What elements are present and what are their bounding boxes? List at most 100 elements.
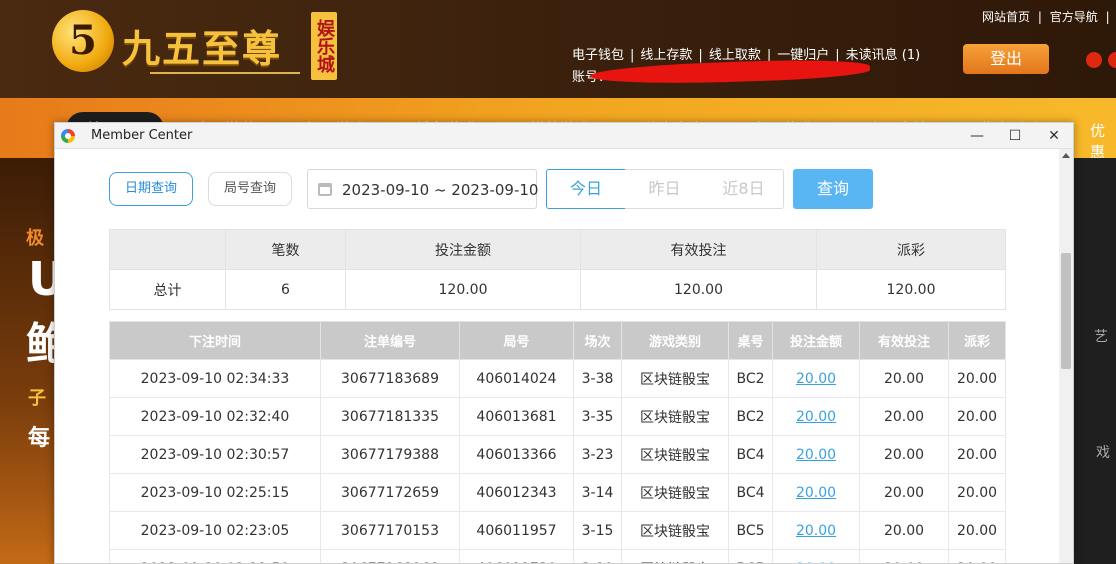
query-button[interactable]: 查询 bbox=[793, 169, 873, 209]
table-cell: BC4 bbox=[728, 435, 773, 474]
table-cell: BC2 bbox=[728, 359, 773, 398]
tab-date-query[interactable]: 日期查询 bbox=[109, 172, 193, 206]
table-cell: 2023-09-10 02:21:50 bbox=[109, 549, 321, 563]
table-cell: 406011957 bbox=[459, 511, 574, 550]
table-cell: 406011730 bbox=[459, 549, 574, 563]
table-cell: 20.00 bbox=[948, 359, 1006, 398]
table-cell: BC5 bbox=[728, 511, 773, 550]
quick-yesterday-button[interactable]: 昨日 bbox=[625, 169, 705, 209]
bet-amount-link[interactable]: 20.00 bbox=[772, 359, 860, 398]
table-cell: 2023-09-10 02:30:57 bbox=[109, 435, 321, 474]
bet-detail-table: 下注时间 注单编号 局号 场次 游戏类别 桌号 投注金额 有效投注 派彩 2023-09-10 … bbox=[109, 321, 1006, 563]
bet-amount-link[interactable]: 20.00 bbox=[772, 397, 860, 436]
table-cell: 30677172659 bbox=[320, 473, 460, 512]
table-cell: BC5 bbox=[728, 549, 773, 563]
table-cell: 406014024 bbox=[459, 359, 574, 398]
top-link-nav[interactable]: 官方导航 bbox=[1050, 10, 1098, 24]
detail-header-cell: 注单编号 bbox=[320, 321, 460, 360]
table-cell: 20.00 bbox=[948, 397, 1006, 436]
table-cell: 3-23 bbox=[573, 435, 622, 474]
table-cell: 2023-09-10 02:32:40 bbox=[109, 397, 321, 436]
table-cell: 406013366 bbox=[459, 435, 574, 474]
member-center-window: Member Center — ☐ ✕ 日期查询 局号查询 2023-09-10… bbox=[54, 122, 1074, 564]
table-cell: 30677181335 bbox=[320, 397, 460, 436]
table-row: 2023-09-10 02:23:05 30677170153 406011957 3… bbox=[109, 511, 1006, 550]
table-cell: 406012343 bbox=[459, 473, 574, 512]
date-range-value: 2023-09-10 ~ 2023-09-10 bbox=[342, 181, 539, 199]
table-cell: 20.00 bbox=[948, 435, 1006, 474]
table-cell: 20.00 bbox=[859, 473, 949, 512]
logo-icon: 5 bbox=[52, 10, 114, 72]
link-deposit[interactable]: 线上存款 bbox=[640, 48, 692, 63]
table-cell: BC2 bbox=[728, 397, 773, 436]
table-cell: 406013681 bbox=[459, 397, 574, 436]
summary-cell: 120.00 bbox=[345, 269, 581, 310]
detail-header-cell: 下注时间 bbox=[109, 321, 321, 360]
detail-header-cell: 游戏类别 bbox=[621, 321, 729, 360]
table-cell: 3-14 bbox=[573, 473, 622, 512]
table-row: 2023-09-10 02:34:33 30677183689 406014024 3… bbox=[109, 359, 1006, 398]
vertical-scrollbar[interactable] bbox=[1059, 149, 1073, 563]
bet-amount-link[interactable]: 20.00 bbox=[772, 473, 860, 512]
summary-header-cell bbox=[109, 229, 226, 270]
scroll-thumb[interactable] bbox=[1061, 253, 1071, 369]
quick-today-button[interactable]: 今日 bbox=[546, 169, 626, 209]
window-content: 日期查询 局号查询 2023-09-10 ~ 2023-09-10 今日 昨日 … bbox=[55, 149, 1059, 563]
summary-total-row: 总计 6 120.00 120.00 120.00 bbox=[109, 269, 1006, 310]
nav-item-promo[interactable]: 优惠 bbox=[1090, 120, 1116, 162]
tab-round-query[interactable]: 局号查询 bbox=[208, 172, 292, 206]
link-messages[interactable]: 未读讯息 (1) bbox=[846, 48, 921, 63]
left-banner-art: 极 U 鲍 子 每 bbox=[0, 158, 54, 564]
calendar-icon bbox=[318, 183, 332, 196]
detail-body: 2023-09-10 02:34:33 30677183689 406014024 3… bbox=[109, 359, 1006, 563]
table-row: 2023-09-10 02:32:40 30677181335 406013681 3… bbox=[109, 397, 1006, 436]
top-link-home[interactable]: 网站首页 bbox=[982, 10, 1030, 24]
table-cell: 3-15 bbox=[573, 511, 622, 550]
detail-header-cell: 有效投注 bbox=[859, 321, 949, 360]
summary-header-cell: 派彩 bbox=[816, 229, 1006, 270]
link-wallet[interactable]: 电子钱包 bbox=[572, 48, 624, 63]
detail-header-cell: 投注金额 bbox=[772, 321, 860, 360]
detail-header-row: 下注时间 注单编号 局号 场次 游戏类别 桌号 投注金额 有效投注 派彩 bbox=[109, 321, 1006, 360]
summary-cell: 120.00 bbox=[580, 269, 817, 310]
table-cell: 30677168968 bbox=[320, 549, 460, 563]
maximize-button[interactable]: ☐ bbox=[996, 123, 1034, 149]
table-row: 2023-09-10 02:25:15 30677172659 406012343 3… bbox=[109, 473, 1006, 512]
bet-amount-link[interactable]: 20.00 bbox=[772, 435, 860, 474]
detail-header-cell: 桌号 bbox=[728, 321, 773, 360]
table-cell: 20.00 bbox=[859, 435, 949, 474]
flag-hk-icon[interactable] bbox=[1086, 52, 1102, 68]
table-cell: 3-10 bbox=[573, 549, 622, 563]
summary-header-row: 笔数 投注金额 有效投注 派彩 bbox=[109, 229, 1006, 270]
table-cell: 20.00 bbox=[948, 511, 1006, 550]
detail-header-cell: 派彩 bbox=[948, 321, 1006, 360]
table-cell: 2023-09-10 02:34:33 bbox=[109, 359, 321, 398]
flag-cn-icon[interactable] bbox=[1108, 52, 1116, 68]
window-titlebar[interactable]: Member Center — ☐ ✕ bbox=[55, 123, 1073, 149]
table-cell: 20.00 bbox=[948, 549, 1006, 563]
table-cell: 20.00 bbox=[859, 397, 949, 436]
summary-table: 笔数 投注金额 有效投注 派彩 总计 6 120.00 120.00 120.0… bbox=[109, 229, 1006, 310]
table-row: 2023-09-10 02:30:57 30677179388 406013366 3… bbox=[109, 435, 1006, 474]
summary-header-cell: 投注金额 bbox=[345, 229, 581, 270]
scroll-up-arrow-icon[interactable] bbox=[1062, 153, 1070, 158]
quick-last8-button[interactable]: 近8日 bbox=[704, 169, 784, 209]
table-cell: BC4 bbox=[728, 473, 773, 512]
window-title: Member Center bbox=[91, 128, 193, 143]
close-button[interactable]: ✕ bbox=[1035, 123, 1073, 149]
minimize-button[interactable]: — bbox=[958, 123, 996, 149]
summary-cell: 120.00 bbox=[816, 269, 1006, 310]
bet-amount-link[interactable]: 20.00 bbox=[772, 549, 860, 563]
bet-amount-link[interactable]: 20.00 bbox=[772, 511, 860, 550]
summary-header-cell: 有效投注 bbox=[580, 229, 817, 270]
detail-header-cell: 局号 bbox=[459, 321, 574, 360]
table-cell: 区块链骰宝 bbox=[621, 359, 729, 398]
date-range-picker[interactable]: 2023-09-10 ~ 2023-09-10 bbox=[307, 169, 539, 209]
table-cell: 3-35 bbox=[573, 397, 622, 436]
table-cell: 20.00 bbox=[948, 473, 1006, 512]
user-links: 电子钱包 | 线上存款 | 线上取款 | 一键归户 | 未读讯息 (1) bbox=[572, 48, 921, 63]
logout-button[interactable]: 登出 bbox=[963, 44, 1049, 74]
table-cell: 30677179388 bbox=[320, 435, 460, 474]
table-cell: 20.00 bbox=[859, 359, 949, 398]
table-row: 2023-09-10 02:21:50306771689684060117303… bbox=[109, 549, 1006, 563]
